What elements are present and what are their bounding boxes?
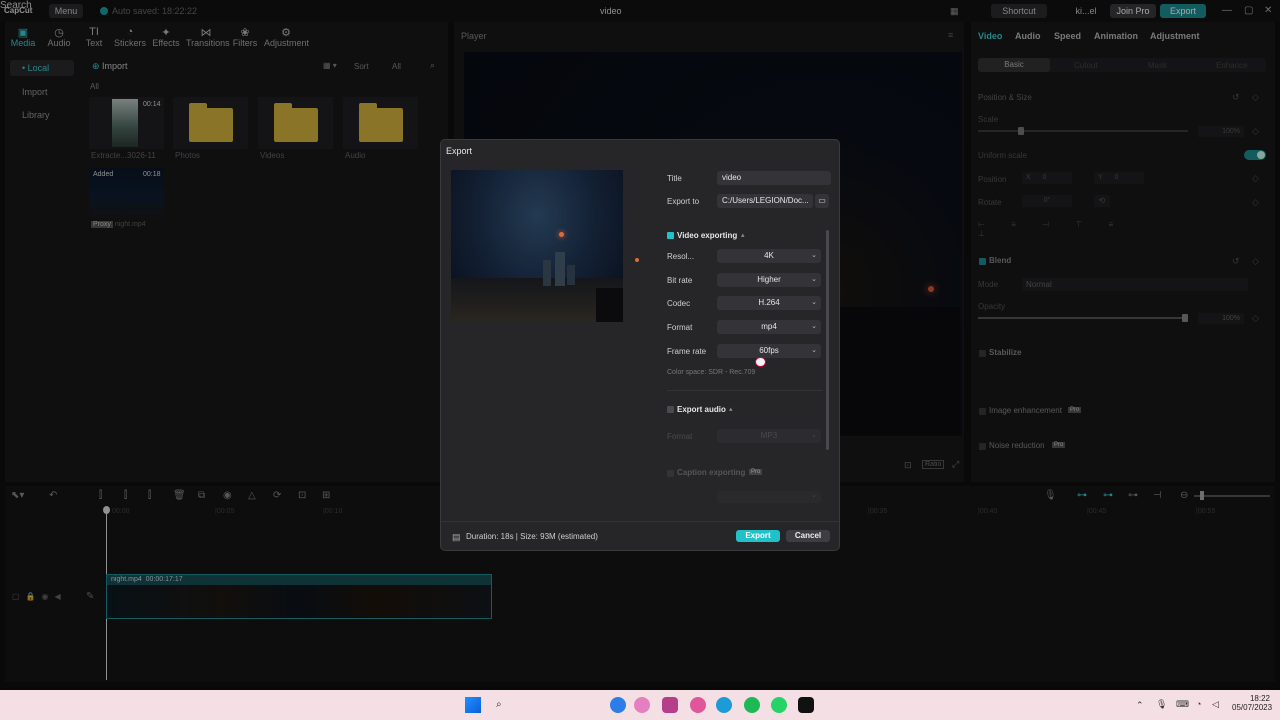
codec-select[interactable]: H.264 ⌄ — [717, 296, 821, 310]
bing-icon[interactable] — [610, 697, 626, 713]
chevron-down-icon: ⌄ — [811, 299, 817, 306]
caption-format-select[interactable]: ⌄ — [717, 491, 821, 503]
bitrate-label: Bit rate — [667, 276, 693, 285]
app-icon[interactable] — [690, 697, 706, 713]
pro-badge: Pro — [749, 469, 763, 475]
chevron-down-icon: ⌄ — [811, 432, 817, 439]
folder-browse-icon[interactable]: ▭ — [815, 194, 829, 208]
audio-format-select[interactable]: MP3 ⌄ — [717, 429, 821, 443]
volume-icon[interactable]: ◁ — [1212, 699, 1219, 710]
windows-start-icon[interactable] — [465, 697, 481, 713]
color-space-info: Color space: SDR - Rec.709 — [667, 369, 756, 376]
film-icon: ▤ — [452, 532, 461, 542]
chevron-down-icon: ⌄ — [811, 252, 817, 259]
preview-light — [559, 232, 564, 237]
collapse-icon[interactable]: ▴ — [729, 405, 733, 413]
wifi-icon[interactable]: ◔ — [1196, 699, 1201, 709]
framerate-select[interactable]: 60fps ⌄ — [717, 344, 821, 358]
caption-exporting-section: Caption exporting — [677, 468, 746, 477]
preview-car — [596, 288, 623, 322]
resolution-select[interactable]: 4K ⌄ — [717, 249, 821, 263]
chevron-down-icon: ⌄ — [811, 276, 817, 283]
title-label: Title — [667, 174, 682, 183]
export-to-label: Export to — [667, 197, 700, 206]
export-preview — [451, 170, 639, 322]
preview-building — [567, 265, 575, 285]
chevron-down-icon: ⌄ — [811, 347, 817, 354]
capcut-icon[interactable] — [798, 697, 814, 713]
footer-divider — [441, 521, 839, 522]
export-summary: Duration: 18s | Size: 93M (estimated) — [466, 532, 598, 541]
export-dialog-title: Export — [446, 146, 473, 156]
title-input[interactable]: video — [717, 171, 831, 185]
chevron-down-icon: ⌄ — [811, 492, 817, 499]
codec-label: Codec — [667, 299, 691, 308]
settings-scrollbar[interactable] — [826, 230, 829, 450]
resolution-label: Resol... — [667, 252, 695, 261]
chevron-down-icon: ⌄ — [811, 323, 817, 330]
video-exporting-checkbox[interactable] — [667, 232, 674, 239]
preview-building — [555, 252, 565, 286]
search-icon: ⌕ — [496, 699, 502, 710]
framerate-label: Frame rate — [667, 347, 707, 356]
format-label: Format — [667, 323, 693, 332]
cancel-button[interactable]: Cancel — [786, 530, 830, 542]
keyboard-icon[interactable]: ⌨ — [1176, 699, 1189, 710]
whatsapp-icon[interactable] — [771, 697, 787, 713]
app-icon[interactable] — [634, 697, 650, 713]
export-path-input[interactable]: C:/Users/LEGION/Doc... — [717, 194, 813, 208]
collapse-icon[interactable]: ▴ — [741, 231, 745, 239]
tray-chevron-icon[interactable]: ⌃ — [1136, 700, 1144, 711]
export-audio-section: Export audio — [677, 405, 726, 414]
caption-exporting-checkbox[interactable] — [667, 470, 674, 477]
video-exporting-section: Video exporting — [677, 231, 738, 240]
export-dialog: Export Title video Export to C:/Users/LE… — [440, 139, 840, 551]
clock[interactable]: 18:22 05/07/2023 — [1232, 694, 1272, 712]
preview-building — [543, 260, 551, 286]
format-select[interactable]: mp4 ⌄ — [717, 320, 821, 334]
preview-light — [635, 258, 639, 262]
edge-icon[interactable] — [716, 697, 732, 713]
spotify-icon[interactable] — [744, 697, 760, 713]
mouse-cursor-icon — [755, 357, 766, 367]
divider — [667, 390, 823, 391]
bitrate-select[interactable]: Higher ⌄ — [717, 273, 821, 287]
export-audio-checkbox[interactable] — [667, 406, 674, 413]
audio-format-label: Format — [667, 432, 693, 441]
export-confirm-button[interactable]: Export — [736, 530, 780, 542]
app-icon[interactable] — [662, 697, 678, 713]
microphone-tray-icon[interactable]: 🎙 — [1156, 699, 1167, 710]
